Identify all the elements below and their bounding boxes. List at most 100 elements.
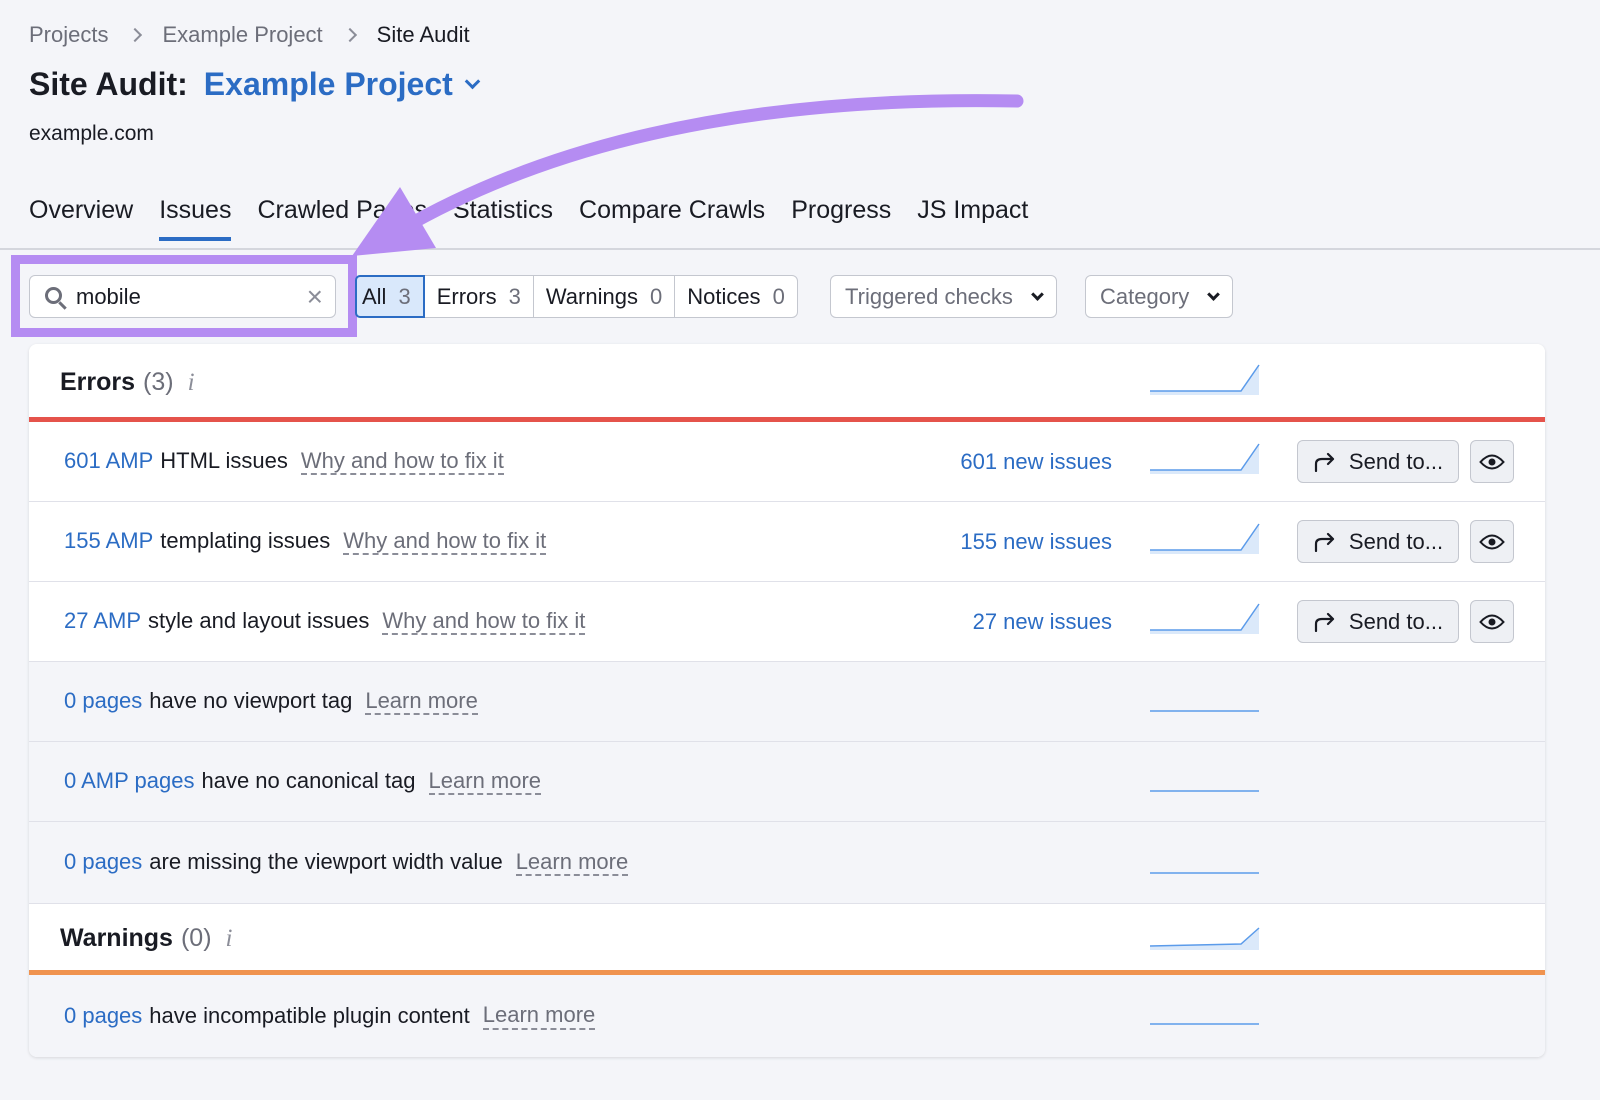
issue-description: style and layout issues (148, 608, 370, 634)
issue-count-link[interactable]: 155 AMP (64, 528, 153, 554)
hide-issue-button[interactable] (1470, 600, 1514, 643)
issue-count-link[interactable]: 0 pages (64, 688, 142, 714)
filter-all-count: 3 (398, 283, 411, 309)
send-to-label: Send to... (1348, 528, 1444, 554)
issue-trend-sparkline (1150, 523, 1260, 554)
issue-trend-sparkline (1150, 603, 1260, 634)
warnings-title: Warnings (60, 924, 173, 952)
issue-description: have incompatible plugin content (149, 1002, 470, 1028)
hide-issue-button[interactable] (1470, 520, 1514, 563)
new-issues-link[interactable]: 601 new issues (960, 449, 1112, 475)
chevron-down-icon[interactable] (464, 73, 481, 90)
filter-warnings[interactable]: Warnings 0 (534, 276, 676, 317)
breadcrumb: Projects Example Project Site Audit (29, 22, 470, 48)
search-value[interactable]: mobile (76, 284, 307, 310)
eye-icon (1479, 614, 1505, 629)
page-title-label: Site Audit: (29, 66, 188, 102)
send-to-button[interactable]: Send to... (1297, 600, 1459, 643)
issue-description: templating issues (160, 528, 331, 554)
send-to-button[interactable]: Send to... (1297, 440, 1459, 483)
tabs-divider (0, 248, 1600, 250)
filter-errors[interactable]: Errors 3 (425, 276, 534, 317)
issue-trend-sparkline (1150, 710, 1259, 712)
breadcrumb-projects[interactable]: Projects (29, 22, 108, 48)
tab-statistics[interactable]: Statistics (453, 196, 553, 239)
search-input[interactable]: mobile × (29, 275, 336, 318)
issue-description: have no canonical tag (201, 768, 416, 794)
page-title: Site Audit: Example Project (29, 66, 481, 103)
issue-text: 0 pages have incompatible plugin content… (64, 1002, 596, 1030)
new-issues-link[interactable]: 155 new issues (960, 529, 1112, 555)
tab-progress[interactable]: Progress (791, 196, 891, 239)
why-fix-link[interactable]: Why and how to fix it (382, 608, 586, 636)
issue-row: 155 AMP templating issues Why and how to… (29, 502, 1545, 582)
issue-row: 0 pages are missing the viewport width v… (29, 822, 1545, 904)
filter-notices-count: 0 (772, 283, 785, 309)
issues-panel: Errors (3) i 601 AMP HTML issues Why and h… (29, 344, 1545, 1057)
tab-compare-crawls[interactable]: Compare Crawls (579, 196, 765, 239)
triggered-checks-label: Triggered checks (845, 283, 1013, 309)
learn-more-link[interactable]: Learn more (515, 849, 629, 877)
issue-text: 0 pages have no viewport tag Learn more (64, 688, 478, 716)
issue-description: are missing the viewport width value (149, 849, 503, 875)
issue-count-link[interactable]: 601 AMP (64, 448, 153, 474)
issue-trend-sparkline (1150, 872, 1259, 874)
issue-trend-sparkline (1150, 1023, 1259, 1025)
learn-more-link[interactable]: Learn more (482, 1002, 596, 1030)
chevron-down-icon (1207, 287, 1221, 301)
chevron-down-icon (1031, 287, 1044, 301)
chevron-right-icon (342, 27, 357, 43)
warnings-section-header: Warnings (0) i (29, 904, 1545, 970)
tab-crawled-pages[interactable]: Crawled Pages (257, 196, 427, 239)
warnings-heading: Warnings (0) i (60, 924, 232, 953)
filter-all[interactable]: All 3 (355, 275, 425, 318)
learn-more-link[interactable]: Learn more (428, 768, 542, 796)
tab-issues[interactable]: Issues (159, 196, 232, 241)
category-label: Category (1100, 283, 1190, 309)
issue-text: 27 AMP style and layout issues Why and h… (64, 608, 586, 636)
breadcrumb-site-audit: Site Audit (376, 22, 470, 47)
eye-icon (1479, 454, 1505, 469)
warnings-trend-sparkline (1149, 927, 1260, 950)
issue-text: 0 AMP pages have no canonical tag Learn … (64, 768, 542, 796)
send-to-label: Send to... (1348, 608, 1444, 634)
issue-row: 27 AMP style and layout issues Why and h… (29, 582, 1545, 662)
filter-notices-label: Notices (687, 283, 761, 309)
issue-count-link[interactable]: 0 pages (64, 1003, 142, 1029)
info-icon[interactable]: i (188, 369, 195, 396)
errors-section-header: Errors (3) i (29, 344, 1545, 418)
issue-count-link[interactable]: 0 pages (64, 849, 142, 875)
search-icon (45, 286, 62, 304)
project-selector[interactable]: Example Project (204, 66, 453, 103)
category-dropdown[interactable]: Category (1085, 275, 1234, 318)
send-to-button[interactable]: Send to... (1297, 520, 1459, 563)
close-icon[interactable]: × (307, 282, 323, 311)
triggered-checks-dropdown[interactable]: Triggered checks (830, 275, 1057, 318)
issue-row: 0 AMP pages have no canonical tag Learn … (29, 742, 1545, 822)
why-fix-link[interactable]: Why and how to fix it (343, 528, 547, 556)
issue-description: HTML issues (160, 448, 288, 474)
learn-more-link[interactable]: Learn more (365, 688, 478, 716)
hide-issue-button[interactable] (1470, 440, 1514, 483)
tab-overview[interactable]: Overview (29, 196, 133, 239)
breadcrumb-example-project[interactable]: Example Project (162, 22, 322, 48)
why-fix-link[interactable]: Why and how to fix it (300, 448, 504, 476)
issue-trend-sparkline (1150, 443, 1260, 474)
new-issues-link[interactable]: 27 new issues (973, 609, 1112, 635)
filter-notices[interactable]: Notices 0 (675, 276, 797, 317)
info-icon[interactable]: i (226, 925, 233, 952)
issue-count-link[interactable]: 27 AMP (64, 608, 141, 634)
issue-text: 0 pages are missing the viewport width v… (64, 849, 629, 877)
project-domain: example.com (29, 122, 154, 145)
errors-count: (3) (143, 368, 174, 396)
issue-text: 155 AMP templating issues Why and how to… (64, 528, 547, 556)
tab-js-impact[interactable]: JS Impact (917, 196, 1028, 239)
errors-trend-sparkline (1150, 364, 1260, 395)
issue-row: 0 pages have incompatible plugin content… (29, 975, 1545, 1057)
share-arrow-icon (1314, 612, 1335, 632)
warnings-count: (0) (180, 924, 212, 952)
issue-row: 601 AMP HTML issues Why and how to fix i… (29, 422, 1545, 502)
issue-count-link[interactable]: 0 AMP pages (64, 768, 194, 794)
filter-errors-label: Errors (436, 283, 497, 309)
chevron-right-icon (128, 27, 143, 43)
